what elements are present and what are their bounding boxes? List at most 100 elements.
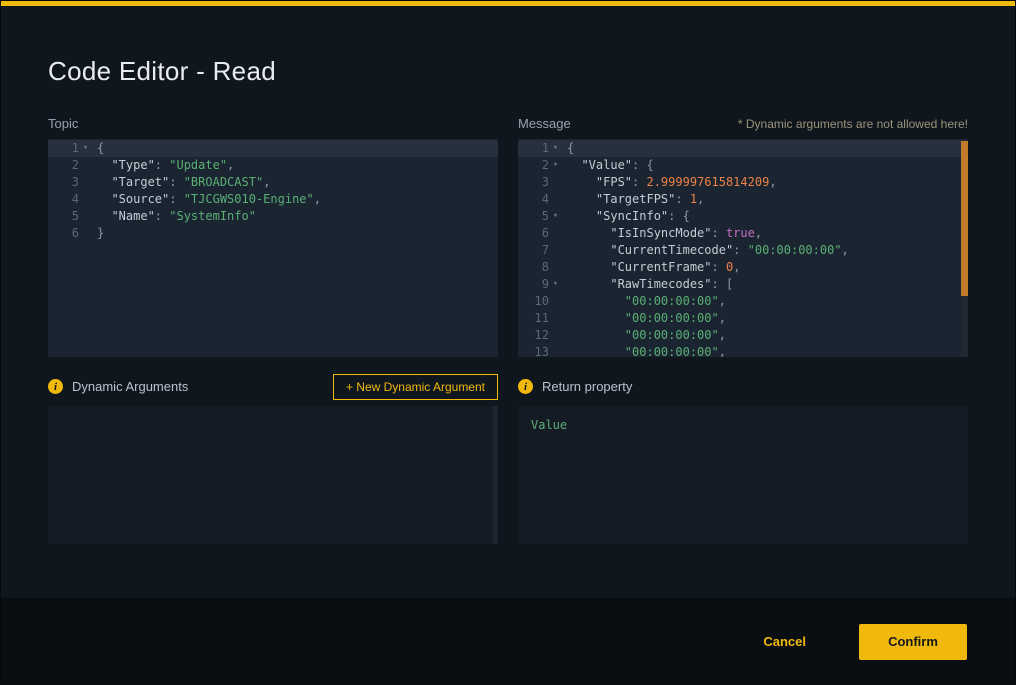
code-text[interactable]: "Target": "BROADCAST", xyxy=(92,174,270,191)
line-number: 1 xyxy=(48,140,79,157)
code-line[interactable]: 7 "CurrentTimecode": "00:00:00:00", xyxy=(518,242,968,259)
code-line[interactable]: 5▾ "SyncInfo": { xyxy=(518,208,968,225)
code-line[interactable]: 9▾ "RawTimecodes": [ xyxy=(518,276,968,293)
line-number: 5 xyxy=(518,208,549,225)
code-line[interactable]: 2▾ "Value": { xyxy=(518,157,968,174)
fold-arrow-icon[interactable]: ▾ xyxy=(79,140,92,157)
line-number-gutter: 2 xyxy=(48,157,92,174)
fold-arrow-icon[interactable]: ▾ xyxy=(549,208,562,225)
line-number-gutter: 13 xyxy=(518,344,562,357)
line-number-gutter: 5▾ xyxy=(518,208,562,225)
line-number: 3 xyxy=(48,174,79,191)
code-text[interactable]: "Name": "SystemInfo" xyxy=(92,208,256,225)
fold-spacer xyxy=(549,242,562,259)
line-number-gutter: 12 xyxy=(518,327,562,344)
code-text[interactable]: "FPS": 2.999997615814209, xyxy=(562,174,777,191)
line-number: 2 xyxy=(518,157,549,174)
code-text[interactable]: "Source": "TJCGWS010-Engine", xyxy=(92,191,321,208)
code-text[interactable]: { xyxy=(562,140,574,157)
fold-spacer xyxy=(549,327,562,344)
code-text[interactable]: "Value": { xyxy=(562,157,654,174)
code-line[interactable]: 1▾{ xyxy=(48,140,498,157)
code-line[interactable]: 12 "00:00:00:00", xyxy=(518,327,968,344)
code-line[interactable]: 6} xyxy=(48,225,498,242)
fold-spacer xyxy=(79,208,92,225)
topic-code-editor[interactable]: 1▾{2 "Type": "Update",3 "Target": "BROAD… xyxy=(48,139,498,357)
code-text[interactable]: "00:00:00:00", xyxy=(562,344,726,357)
dialog-footer: Cancel Confirm xyxy=(1,598,1015,685)
message-code-lines: 1▾{2▾ "Value": {3 "FPS": 2.9999976158142… xyxy=(518,140,968,357)
confirm-button[interactable]: Confirm xyxy=(859,624,967,660)
code-text[interactable]: "RawTimecodes": [ xyxy=(562,276,733,293)
message-scrollbar-thumb[interactable] xyxy=(961,141,968,296)
fold-arrow-icon[interactable]: ▾ xyxy=(549,140,562,157)
line-number: 4 xyxy=(518,191,549,208)
new-dynamic-argument-button[interactable]: + New Dynamic Argument xyxy=(333,374,498,400)
code-line[interactable]: 11 "00:00:00:00", xyxy=(518,310,968,327)
line-number: 13 xyxy=(518,344,549,357)
code-line[interactable]: 13 "00:00:00:00", xyxy=(518,344,968,357)
code-line[interactable]: 6 "IsInSyncMode": true, xyxy=(518,225,968,242)
line-number: 1 xyxy=(518,140,549,157)
code-text[interactable]: "00:00:00:00", xyxy=(562,293,726,310)
topic-section: Topic 1▾{2 "Type": "Update",3 "Target": … xyxy=(48,113,498,544)
line-number-gutter: 4 xyxy=(48,191,92,208)
dynamic-arguments-scrollbar[interactable] xyxy=(493,406,498,544)
topic-label: Topic xyxy=(48,116,78,131)
line-number-gutter: 11 xyxy=(518,310,562,327)
code-line[interactable]: 8 "CurrentFrame": 0, xyxy=(518,259,968,276)
code-text[interactable]: { xyxy=(92,140,104,157)
dynamic-arguments-label: Dynamic Arguments xyxy=(72,379,188,394)
line-number-gutter: 8 xyxy=(518,259,562,276)
line-number: 3 xyxy=(518,174,549,191)
message-label: Message xyxy=(518,116,571,131)
fold-spacer xyxy=(79,225,92,242)
message-code-editor[interactable]: 1▾{2▾ "Value": {3 "FPS": 2.9999976158142… xyxy=(518,139,968,357)
code-text[interactable]: "00:00:00:00", xyxy=(562,310,726,327)
fold-spacer xyxy=(549,259,562,276)
line-number-gutter: 9▾ xyxy=(518,276,562,293)
code-line[interactable]: 3 "Target": "BROADCAST", xyxy=(48,174,498,191)
dialog-body: Code Editor - Read Topic 1▾{2 "Type": "U… xyxy=(1,6,1015,598)
dynamic-arguments-header: Dynamic Arguments + New Dynamic Argument xyxy=(48,373,498,400)
code-text[interactable]: "SyncInfo": { xyxy=(562,208,690,225)
return-property-field[interactable]: Value xyxy=(518,406,968,544)
code-text[interactable]: } xyxy=(92,225,104,242)
code-editor-dialog: Code Editor - Read Topic 1▾{2 "Type": "U… xyxy=(0,0,1016,684)
code-line[interactable]: 10 "00:00:00:00", xyxy=(518,293,968,310)
code-line[interactable]: 1▾{ xyxy=(518,140,968,157)
code-line[interactable]: 4 "TargetFPS": 1, xyxy=(518,191,968,208)
code-text[interactable]: "TargetFPS": 1, xyxy=(562,191,704,208)
line-number: 7 xyxy=(518,242,549,259)
fold-spacer xyxy=(79,157,92,174)
code-text[interactable]: "CurrentFrame": 0, xyxy=(562,259,740,276)
fold-arrow-icon[interactable]: ▾ xyxy=(549,276,562,293)
cancel-button[interactable]: Cancel xyxy=(763,634,806,649)
fold-spacer xyxy=(549,174,562,191)
line-number: 5 xyxy=(48,208,79,225)
code-line[interactable]: 3 "FPS": 2.999997615814209, xyxy=(518,174,968,191)
code-line[interactable]: 4 "Source": "TJCGWS010-Engine", xyxy=(48,191,498,208)
info-icon xyxy=(48,379,63,394)
code-line[interactable]: 2 "Type": "Update", xyxy=(48,157,498,174)
dynamic-arguments-title-group: Dynamic Arguments xyxy=(48,379,188,394)
line-number: 12 xyxy=(518,327,549,344)
line-number-gutter: 2▾ xyxy=(518,157,562,174)
topic-label-row: Topic xyxy=(48,113,498,131)
return-property-label: Return property xyxy=(542,379,632,394)
fold-arrow-icon[interactable]: ▾ xyxy=(549,157,562,174)
line-number: 2 xyxy=(48,157,79,174)
message-scrollbar-track[interactable] xyxy=(961,139,968,357)
line-number: 8 xyxy=(518,259,549,276)
info-icon xyxy=(518,379,533,394)
code-text[interactable]: "IsInSyncMode": true, xyxy=(562,225,762,242)
dialog-title: Code Editor - Read xyxy=(48,56,967,87)
code-text[interactable]: "CurrentTimecode": "00:00:00:00", xyxy=(562,242,849,259)
code-text[interactable]: "Type": "Update", xyxy=(92,157,234,174)
dynamic-args-not-allowed-note: * Dynamic arguments are not allowed here… xyxy=(738,117,968,131)
return-property-value[interactable]: Value xyxy=(531,418,567,432)
code-line[interactable]: 5 "Name": "SystemInfo" xyxy=(48,208,498,225)
code-text[interactable]: "00:00:00:00", xyxy=(562,327,726,344)
fold-spacer xyxy=(549,344,562,357)
topic-code-lines: 1▾{2 "Type": "Update",3 "Target": "BROAD… xyxy=(48,140,498,242)
